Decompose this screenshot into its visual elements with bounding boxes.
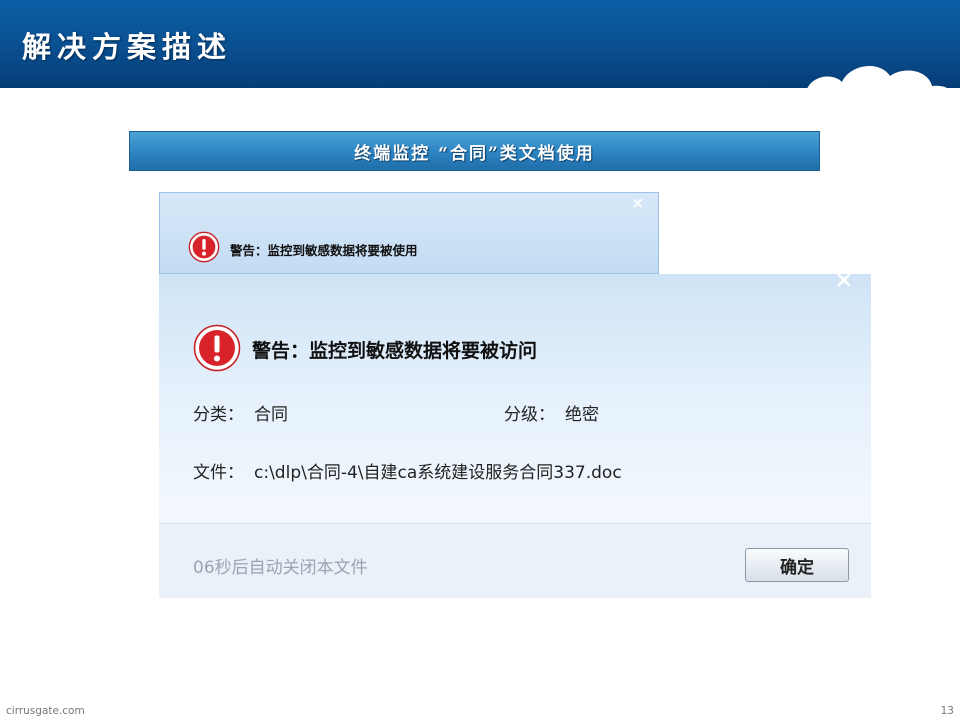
level-value: 绝密: [565, 405, 599, 425]
warning-icon: [188, 231, 220, 263]
page-number: 13: [940, 705, 954, 717]
level-label: 分级：: [504, 405, 555, 425]
warning-dialog: × 警告：监控到敏感数据将要被访问 分类： 合同 分级： 绝密 文件： c:\dlp\…: [159, 274, 871, 598]
dialog-title: 警告：监控到敏感数据将要被访问: [252, 340, 538, 362]
cloud-decoration: [782, 65, 960, 116]
category-label: 分类：: [193, 405, 244, 425]
countdown-text: 06秒后自动关闭本文件: [193, 558, 368, 578]
level-row: 分级： 绝密: [504, 400, 599, 425]
file-label: 文件：: [193, 463, 244, 483]
warning-icon: [193, 324, 241, 372]
file-row: 文件： c:\dlp\合同-4\自建ca系统建设服务合同337.doc: [193, 458, 622, 483]
category-value: 合同: [254, 405, 288, 425]
dialog-title: 警告：监控到敏感数据将要被使用: [230, 243, 418, 258]
slide-title: 解决方案描述: [22, 30, 233, 64]
site-footer: cirrusgate.com: [6, 705, 85, 717]
close-icon[interactable]: ×: [835, 274, 853, 293]
ok-button[interactable]: 确定: [745, 548, 849, 582]
category-row: 分类： 合同: [193, 400, 288, 425]
file-path: c:\dlp\合同-4\自建ca系统建设服务合同337.doc: [254, 463, 622, 483]
banner-text: 终端监控 “合同”类文档使用: [354, 143, 595, 164]
subtitle-banner: 终端监控 “合同”类文档使用: [129, 131, 820, 171]
slide-header: 解决方案描述: [0, 0, 960, 116]
warning-dialog-back: × 警告：监控到敏感数据将要被使用: [159, 192, 659, 274]
close-icon[interactable]: ×: [631, 194, 644, 212]
dialog-footer: 06秒后自动关闭本文件 确定: [159, 523, 871, 598]
